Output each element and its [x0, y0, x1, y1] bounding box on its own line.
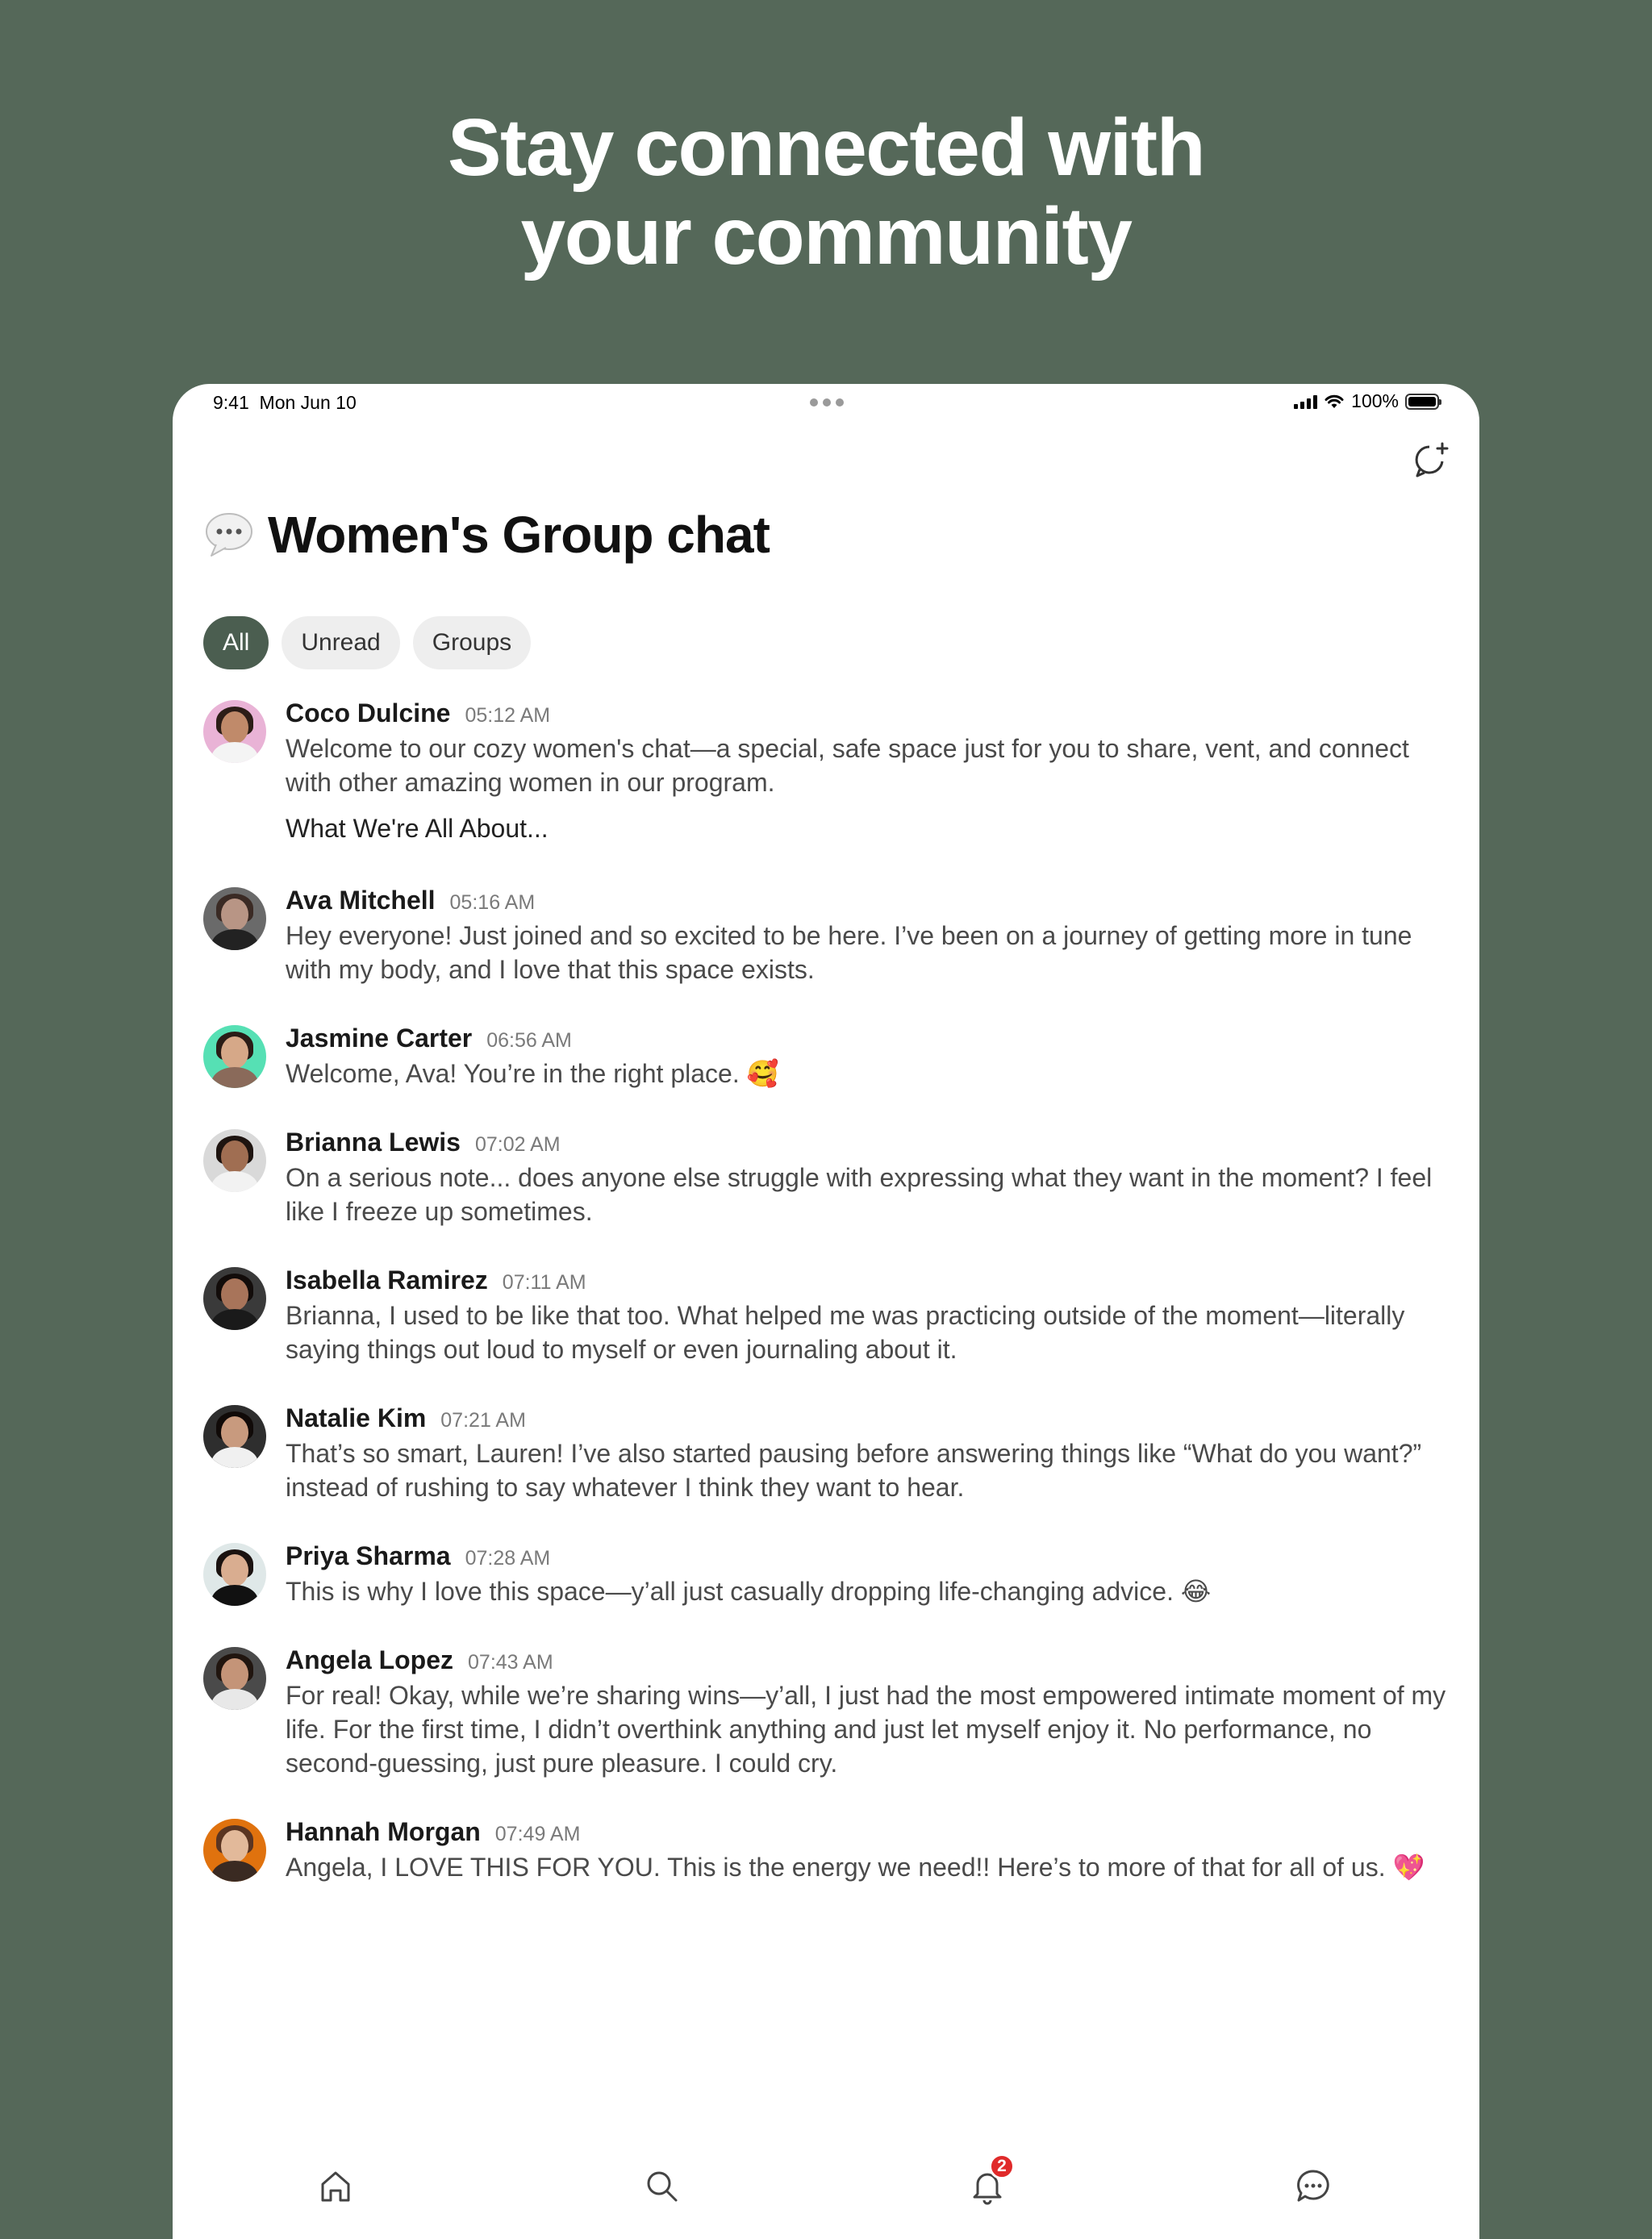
home-icon[interactable] — [316, 2166, 355, 2205]
chat-icon[interactable] — [1294, 2166, 1333, 2205]
list-item[interactable]: Ava Mitchell 05:16 AM Hey everyone! Just… — [203, 886, 1447, 986]
wifi-icon — [1325, 394, 1344, 408]
message-list: Coco Dulcine 05:12 AM Welcome to our coz… — [203, 698, 1447, 1884]
message-text: On a serious note... does anyone else st… — [286, 1163, 1433, 1226]
cellular-signal-icon — [1294, 394, 1318, 409]
avatar[interactable] — [203, 1129, 266, 1192]
status-time-value: 9:41 — [213, 392, 249, 413]
status-time: 9:41 Mon Jun 10 — [213, 392, 357, 414]
message-text: This is why I love this space—y’all just… — [286, 1577, 1212, 1606]
message-time: 05:16 AM — [449, 891, 536, 914]
list-item[interactable]: Jasmine Carter 06:56 AM Welcome, Ava! Yo… — [203, 1024, 1447, 1090]
tablet-screen: 9:41 Mon Jun 10 100% Women's Group chat … — [173, 384, 1479, 2239]
filter-unread[interactable]: Unread — [282, 616, 400, 669]
list-item[interactable]: Priya Sharma 07:28 AM This is why I love… — [203, 1541, 1447, 1608]
sender-name: Angela Lopez — [286, 1645, 454, 1674]
avatar[interactable] — [203, 1405, 266, 1468]
list-item[interactable]: Natalie Kim 07:21 AM That’s so smart, La… — [203, 1403, 1447, 1504]
message-time: 07:21 AM — [440, 1409, 526, 1432]
avatar[interactable] — [203, 1647, 266, 1710]
filter-all[interactable]: All — [203, 616, 269, 669]
marketing-headline: Stay connected with your community — [0, 103, 1652, 281]
message-text: Hey everyone! Just joined and so excited… — [286, 921, 1412, 984]
battery-icon — [1405, 393, 1441, 410]
list-item[interactable]: Coco Dulcine 05:12 AM Welcome to our coz… — [203, 698, 1447, 844]
list-item[interactable]: Hannah Morgan 07:49 AM Angela, I LOVE TH… — [203, 1817, 1447, 1884]
message-link[interactable]: What We're All About... — [286, 814, 1447, 844]
list-item[interactable]: Angela Lopez 07:43 AM For real! Okay, wh… — [203, 1645, 1447, 1780]
sender-name: Brianna Lewis — [286, 1128, 461, 1157]
message-text: Angela, I LOVE THIS FOR YOU. This is the… — [286, 1853, 1425, 1882]
battery-percent: 100% — [1351, 390, 1399, 411]
message-text: That’s so smart, Lauren! I’ve also start… — [286, 1439, 1422, 1502]
list-item[interactable]: Isabella Ramirez 07:11 AM Brianna, I use… — [203, 1265, 1447, 1366]
avatar[interactable] — [203, 700, 266, 763]
message-time: 05:12 AM — [465, 704, 551, 727]
sender-name: Natalie Kim — [286, 1403, 427, 1432]
page-title: Women's Group chat — [268, 506, 770, 564]
sender-name: Jasmine Carter — [286, 1024, 473, 1053]
message-time: 07:28 AM — [465, 1547, 551, 1570]
tab-bar: 2 — [173, 2154, 1479, 2239]
tab-notifications[interactable]: 2 — [968, 2154, 1015, 2205]
list-item[interactable]: Brianna Lewis 07:02 AM On a serious note… — [203, 1128, 1447, 1228]
sender-name: Priya Sharma — [286, 1541, 451, 1570]
new-chat-icon[interactable] — [1412, 440, 1450, 479]
avatar[interactable] — [203, 887, 266, 950]
message-text: Welcome to our cozy women's chat—a speci… — [286, 734, 1409, 797]
sender-name: Hannah Morgan — [286, 1817, 481, 1846]
filter-chips: All Unread Groups — [203, 616, 532, 669]
avatar[interactable] — [203, 1819, 266, 1882]
message-text: Welcome, Ava! You’re in the right place.… — [286, 1059, 779, 1088]
message-time: 07:43 AM — [468, 1651, 553, 1674]
message-time: 07:02 AM — [474, 1133, 561, 1156]
search-icon[interactable] — [642, 2166, 681, 2205]
message-text: For real! Okay, while we’re sharing wins… — [286, 1681, 1446, 1778]
page-header: Women's Group chat — [203, 505, 770, 565]
avatar[interactable] — [203, 1543, 266, 1606]
avatar[interactable] — [203, 1025, 266, 1088]
headline-line-1: Stay connected with — [447, 102, 1206, 193]
message-time: 07:11 AM — [502, 1271, 586, 1294]
message-time: 06:56 AM — [486, 1029, 572, 1052]
avatar[interactable] — [203, 1267, 266, 1330]
message-time: 07:49 AM — [494, 1823, 581, 1845]
sender-name: Ava Mitchell — [286, 886, 436, 915]
sender-name: Coco Dulcine — [286, 698, 451, 728]
speech-bubble-icon — [206, 513, 252, 557]
status-date: Mon Jun 10 — [259, 392, 357, 413]
message-text: Brianna, I used to be like that too. Wha… — [286, 1301, 1405, 1364]
multitasking-dots-icon[interactable] — [810, 398, 844, 407]
headline-line-2: your community — [520, 191, 1133, 281]
status-bar: 9:41 Mon Jun 10 100% — [173, 384, 1479, 421]
notification-badge: 2 — [989, 2154, 1015, 2179]
filter-groups[interactable]: Groups — [412, 616, 532, 669]
sender-name: Isabella Ramirez — [286, 1265, 488, 1295]
